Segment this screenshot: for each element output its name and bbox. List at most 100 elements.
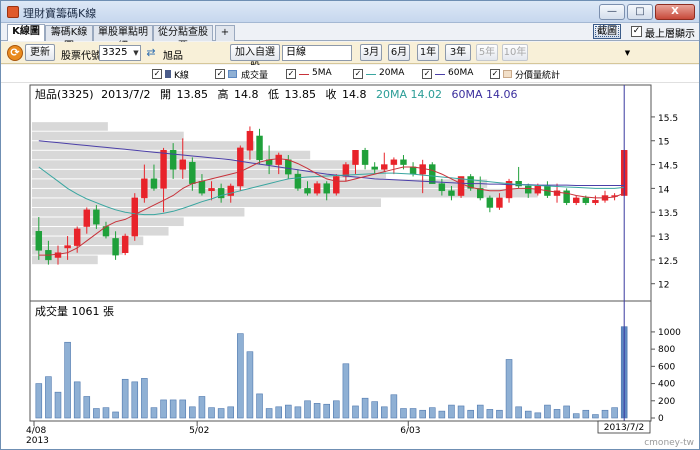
- candle-body: [131, 197, 138, 237]
- volume-bar: [390, 394, 398, 419]
- legend-volume-checkbox[interactable]: ✓: [215, 69, 225, 79]
- x-tick-label: 6/03: [400, 426, 420, 436]
- volume-bar: [285, 404, 292, 419]
- topmost-checkbox[interactable]: ✓: [631, 26, 642, 37]
- volume-bar: [544, 404, 551, 419]
- volume-bar: [323, 403, 330, 419]
- range-5y-button[interactable]: 5年: [476, 44, 498, 61]
- volume-bar: [246, 351, 254, 419]
- quote-name: 旭品(3325): [35, 87, 94, 101]
- refresh-icon[interactable]: ⟳: [7, 45, 23, 61]
- price-tick-label: 14: [658, 185, 670, 195]
- tab-single-stock-detail[interactable]: 單股單點明細: [93, 25, 153, 52]
- candle-body: [285, 159, 292, 175]
- range-3m-button[interactable]: 3月: [360, 44, 382, 61]
- volume-bar: [131, 381, 139, 419]
- legend-kline-checkbox[interactable]: ✓: [152, 69, 162, 79]
- volume-bar: [409, 408, 417, 419]
- quote-header: 旭品(3325) 2013/7/2 開 13.85 高 14.8 低 13.85…: [35, 87, 517, 101]
- candle-body: [169, 150, 177, 170]
- watermark: cmoney-tw: [644, 438, 694, 448]
- volume-bar: [102, 407, 110, 419]
- candle-body: [361, 150, 369, 165]
- legend-profile-label: 分價量統計: [515, 71, 561, 81]
- legend-ma20-checkbox[interactable]: ✓: [353, 69, 363, 79]
- candle-body: [208, 188, 215, 192]
- app-icon: [7, 6, 19, 18]
- legend-row: ✓ K線 ✓ 成交量 ✓ 5MA ✓ 20MA ✓ 60MA ✓ 分價量統計: [1, 65, 699, 83]
- stock-code-label: 股票代號:: [61, 51, 105, 62]
- volume-tick-label: 800: [658, 345, 675, 355]
- candle-body: [429, 164, 436, 184]
- candle-body: [313, 183, 321, 194]
- candle-body: [582, 197, 590, 203]
- profile-bar: [32, 217, 184, 227]
- candle-body: [409, 166, 417, 175]
- quote-low-label: 低: [268, 88, 279, 101]
- candle-body: [448, 190, 455, 196]
- range-6m-button[interactable]: 6月: [388, 44, 410, 61]
- range-3y-button[interactable]: 3年: [445, 44, 471, 61]
- legend-ma60-checkbox[interactable]: ✓: [422, 69, 432, 79]
- profile-bar: [32, 169, 387, 179]
- minimize-button[interactable]: —: [599, 4, 625, 20]
- volume-bar: [505, 359, 513, 419]
- volume-bar: [524, 410, 532, 419]
- legend-kline-label: K線: [174, 71, 189, 81]
- price-tick-label: 15.5: [658, 114, 678, 124]
- volume-bar: [419, 409, 426, 419]
- profile-box-icon: [503, 70, 512, 78]
- refresh-button[interactable]: 更新: [25, 44, 55, 61]
- screenshot-button[interactable]: 截圖: [593, 24, 621, 39]
- maximize-button[interactable]: □: [627, 4, 653, 20]
- volume-bar: [227, 406, 235, 419]
- volume-bar: [93, 408, 100, 419]
- tab-branch-lookup[interactable]: 從分點查股票: [153, 25, 213, 52]
- volume-bar: [198, 396, 206, 419]
- chevron-down-icon: ▼: [624, 49, 631, 57]
- candle-body: [93, 209, 100, 225]
- volume-bar: [150, 407, 158, 419]
- price-tick-label: 15: [658, 138, 669, 148]
- volume-tick-label: 200: [658, 397, 675, 407]
- volume-bar: [572, 413, 580, 419]
- year-label: 2013: [26, 436, 49, 446]
- candle-body: [237, 147, 244, 187]
- volume-tick-label: 400: [658, 380, 675, 390]
- candle-body: [189, 161, 196, 184]
- legend-profile-checkbox[interactable]: ✓: [490, 69, 500, 79]
- volume-bar: [563, 405, 570, 419]
- volume-bar: [45, 376, 52, 419]
- tab-kline[interactable]: K線圖: [7, 24, 45, 41]
- volume-bar: [438, 410, 446, 419]
- candle-body: [64, 245, 71, 249]
- volume-bar: [515, 406, 522, 419]
- range-1y-button[interactable]: 1年: [417, 44, 439, 61]
- legend-ma5-checkbox[interactable]: ✓: [286, 69, 296, 79]
- volume-bar: [189, 406, 196, 419]
- add-tab-icon[interactable]: +: [215, 25, 235, 41]
- volume-bar: [237, 333, 244, 419]
- volume-bar: [73, 381, 81, 419]
- volume-bar: [381, 406, 388, 419]
- volume-bar: [553, 409, 561, 419]
- volume-bar: [496, 409, 503, 419]
- range-10y-button[interactable]: 10年: [502, 44, 528, 61]
- candle-body: [150, 178, 158, 189]
- stock-lookup-icon[interactable]: ⇄: [144, 46, 158, 60]
- close-button[interactable]: X: [655, 4, 695, 20]
- candle-body: [83, 209, 91, 227]
- legend-ma5-label: 5MA: [312, 68, 332, 78]
- candle-body: [438, 183, 446, 192]
- add-favorite-button[interactable]: 加入自選股: [230, 44, 280, 73]
- tab-chip-kline[interactable]: 籌碼K線圖: [45, 25, 93, 52]
- period-select[interactable]: 日線 ▼: [282, 45, 630, 61]
- volume-bar: [361, 397, 369, 419]
- kline-chart[interactable]: 12 12.5 13 13.5 14 14.5 15 15.5 0 200 400 600 800 100…: [1, 83, 699, 449]
- chevron-down-icon[interactable]: ▼: [131, 46, 141, 60]
- candle-body: [73, 228, 81, 246]
- profile-bar: [32, 131, 184, 141]
- price-tick-label: 13: [658, 233, 669, 243]
- cursor-date-label: 2013/7/2: [604, 423, 644, 433]
- candle-body: [112, 238, 119, 256]
